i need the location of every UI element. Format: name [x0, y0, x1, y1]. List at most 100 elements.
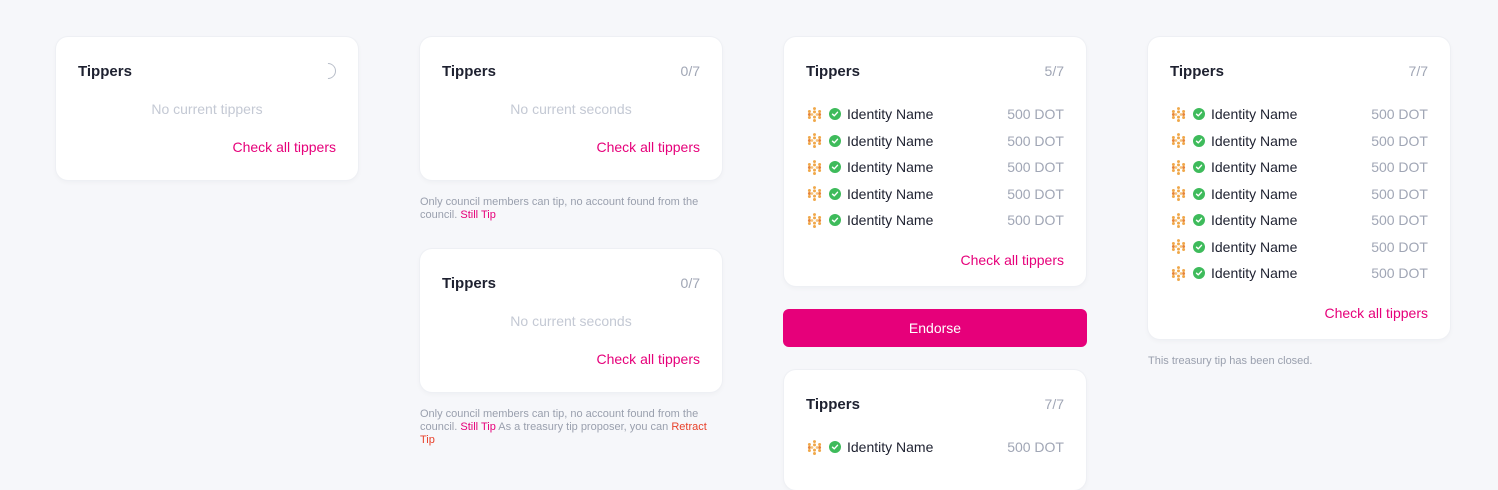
tippers-count: 7/7	[1408, 63, 1428, 79]
tippers-count: 0/7	[680, 63, 700, 79]
tippers-card-loading: Tippers No current tippers Check all tip…	[56, 37, 358, 180]
check-all-tippers-link[interactable]: Check all tippers	[961, 252, 1065, 268]
tipper-row: Identity Name 500 DOT	[1170, 154, 1428, 181]
verified-check-icon	[829, 214, 841, 227]
closed-note: This treasury tip has been closed.	[1148, 355, 1313, 367]
tippers-card-empty: Tippers 0/7 No current seconds Check all…	[420, 37, 722, 180]
identity-name[interactable]: Identity Name	[847, 212, 933, 228]
verified-check-icon	[829, 187, 841, 200]
card-title: Tippers	[78, 62, 132, 80]
card-title: Tippers	[806, 62, 860, 80]
verified-check-icon	[1193, 134, 1205, 147]
tip-amount: 500 DOT	[1371, 212, 1428, 229]
empty-state: No current seconds	[510, 101, 632, 117]
identity-name[interactable]: Identity Name	[847, 439, 933, 455]
tip-amount: 500 DOT	[1371, 238, 1428, 255]
tip-amount: 500 DOT	[1007, 185, 1064, 202]
tipper-row: Identity Name 500 DOT	[1170, 260, 1428, 287]
identity-name[interactable]: Identity Name	[847, 106, 933, 122]
tippers-card-empty-proposer: Tippers 0/7 No current seconds Check all…	[420, 249, 722, 392]
tipper-list: Identity Name 500 DOT Identity Name 500 …	[1170, 101, 1428, 287]
polkadot-identicon-icon	[807, 439, 822, 455]
identity-name[interactable]: Identity Name	[1211, 106, 1297, 122]
tip-amount: 500 DOT	[1007, 106, 1064, 123]
tipper-row: Identity Name 500 DOT	[806, 207, 1064, 234]
polkadot-identicon-icon	[807, 212, 822, 228]
card-title: Tippers	[1170, 62, 1224, 80]
identity-name[interactable]: Identity Name	[1211, 133, 1297, 149]
council-note: Only council members can tip, no account…	[420, 196, 720, 222]
polkadot-identicon-icon	[1171, 239, 1186, 255]
tippers-card-list-full: Tippers 7/7 Identity Name 500 DOT	[784, 370, 1086, 490]
identity-name[interactable]: Identity Name	[847, 186, 933, 202]
tip-amount: 500 DOT	[1371, 132, 1428, 149]
tippers-card-list: Tippers 5/7 Identity Name 500 DOT Identi…	[784, 37, 1086, 286]
tipper-list: Identity Name 500 DOT Identity Name 500 …	[806, 101, 1064, 234]
identity-name[interactable]: Identity Name	[847, 133, 933, 149]
tippers-count: 7/7	[1044, 396, 1064, 412]
tipper-row: Identity Name 500 DOT	[1170, 234, 1428, 261]
identity-name[interactable]: Identity Name	[1211, 159, 1297, 175]
council-proposer-note: Only council members can tip, no account…	[420, 408, 724, 447]
verified-check-icon	[1193, 214, 1205, 227]
identity-name[interactable]: Identity Name	[1211, 186, 1297, 202]
endorse-button[interactable]: Endorse	[783, 309, 1087, 347]
check-all-tippers-link[interactable]: Check all tippers	[233, 139, 337, 155]
tippers-count: 0/7	[680, 275, 700, 291]
polkadot-identicon-icon	[1171, 106, 1186, 122]
tip-amount: 500 DOT	[1007, 439, 1064, 456]
polkadot-identicon-icon	[1171, 212, 1186, 228]
empty-state: No current tippers	[151, 101, 263, 117]
tip-amount: 500 DOT	[1371, 159, 1428, 176]
identity-name[interactable]: Identity Name	[1211, 212, 1297, 228]
tippers-card-list-closed: Tippers 7/7 Identity Name 500 DOT Identi…	[1148, 37, 1450, 339]
check-all-tippers-link[interactable]: Check all tippers	[1325, 305, 1429, 321]
tipper-row: Identity Name 500 DOT	[1170, 101, 1428, 128]
polkadot-identicon-icon	[807, 106, 822, 122]
tipper-row: Identity Name 500 DOT	[806, 434, 1064, 461]
verified-check-icon	[829, 134, 841, 147]
verified-check-icon	[1193, 187, 1205, 200]
verified-check-icon	[829, 441, 841, 454]
tipper-list: Identity Name 500 DOT	[806, 434, 1064, 461]
polkadot-identicon-icon	[807, 133, 822, 149]
tipper-row: Identity Name 500 DOT	[806, 101, 1064, 128]
verified-check-icon	[1193, 267, 1205, 280]
verified-check-icon	[1193, 240, 1205, 253]
polkadot-identicon-icon	[807, 159, 822, 175]
verified-check-icon	[829, 161, 841, 174]
empty-state: No current seconds	[510, 313, 632, 329]
tip-amount: 500 DOT	[1007, 212, 1064, 229]
verified-check-icon	[1193, 108, 1205, 121]
polkadot-identicon-icon	[807, 186, 822, 202]
tipper-row: Identity Name 500 DOT	[1170, 128, 1428, 155]
card-title: Tippers	[806, 395, 860, 413]
tipper-row: Identity Name 500 DOT	[806, 154, 1064, 181]
identity-name[interactable]: Identity Name	[847, 159, 933, 175]
polkadot-identicon-icon	[1171, 159, 1186, 175]
tip-amount: 500 DOT	[1007, 132, 1064, 149]
still-tip-link[interactable]: Still Tip	[460, 209, 495, 221]
verified-check-icon	[1193, 161, 1205, 174]
tipper-row: Identity Name 500 DOT	[1170, 207, 1428, 234]
identity-name[interactable]: Identity Name	[1211, 265, 1297, 281]
tipper-row: Identity Name 500 DOT	[1170, 181, 1428, 208]
check-all-tippers-link[interactable]: Check all tippers	[597, 351, 701, 367]
polkadot-identicon-icon	[1171, 133, 1186, 149]
proposer-note-text: As a treasury tip proposer, you can	[498, 421, 669, 433]
tip-amount: 500 DOT	[1007, 159, 1064, 176]
tip-amount: 500 DOT	[1371, 185, 1428, 202]
tippers-count: 5/7	[1044, 63, 1064, 79]
tipper-row: Identity Name 500 DOT	[806, 128, 1064, 155]
loading-spinner-icon	[316, 59, 340, 83]
check-all-tippers-link[interactable]: Check all tippers	[597, 139, 701, 155]
tipper-row: Identity Name 500 DOT	[806, 181, 1064, 208]
polkadot-identicon-icon	[1171, 186, 1186, 202]
identity-name[interactable]: Identity Name	[1211, 239, 1297, 255]
verified-check-icon	[829, 108, 841, 121]
card-title: Tippers	[442, 274, 496, 292]
card-title: Tippers	[442, 62, 496, 80]
polkadot-identicon-icon	[1171, 265, 1186, 281]
still-tip-link[interactable]: Still Tip	[460, 421, 495, 433]
tip-amount: 500 DOT	[1371, 106, 1428, 123]
